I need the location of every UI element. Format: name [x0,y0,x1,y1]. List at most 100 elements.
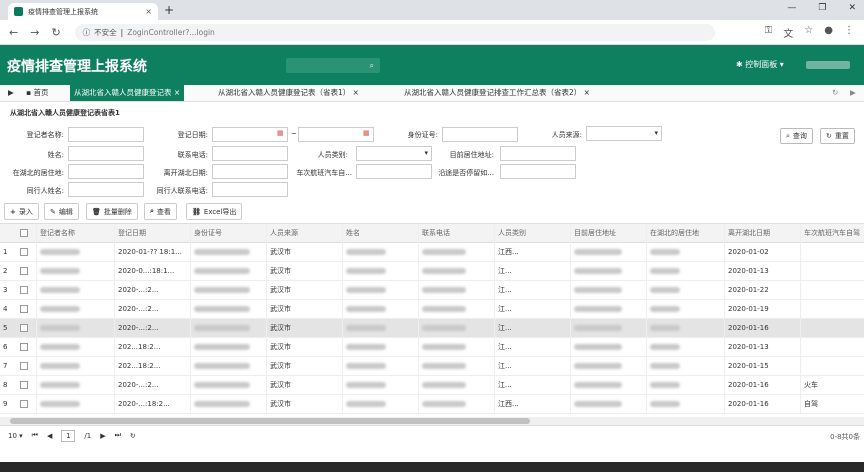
next-page-icon[interactable]: ▶ [100,432,105,440]
hubei-address-input[interactable] [68,164,144,179]
row-checkbox[interactable] [20,305,28,313]
taskbar [0,462,864,472]
column-header[interactable]: 身份证号 [190,224,266,243]
tabs-next-icon[interactable]: ▶ [846,85,860,101]
gear-icon: ✱ [736,60,743,69]
category-select[interactable]: ▾ [356,146,432,161]
row-checkbox[interactable] [20,362,28,370]
select-all-checkbox[interactable] [20,229,28,237]
table-row[interactable]: 4 2020-...:2... 武汉市 江... 2020-01-19 [0,300,864,319]
vehicle-input[interactable] [356,164,432,179]
scrollbar-thumb[interactable] [10,418,530,424]
maximize-button[interactable]: ❐ [818,3,826,13]
table-cell: 202...18:2... [114,338,190,357]
source-select[interactable]: ▾ [586,126,662,141]
table-row[interactable]: 2 2020-0...:18:1... 武汉市 江... 2020-01-13 [0,262,864,281]
reset-button[interactable]: ↻ 重置 [820,128,855,144]
url-field[interactable]: ⓘ 不安全 | ZoginController?...login [74,23,715,41]
table-cell [570,262,646,281]
table-cell: 2020-...:2... [114,319,190,338]
minimize-button[interactable]: — [787,3,796,13]
page-size-select[interactable]: 10 ▾ [8,432,23,440]
table-row[interactable]: 6 202...18:2... 武汉市 江... 2020-01-13 [0,338,864,357]
refresh-tab-icon[interactable]: ↻ [828,85,842,101]
companion-input[interactable] [68,182,144,197]
id-no-input[interactable] [442,127,518,142]
column-header[interactable]: 登记者名称 [36,224,114,243]
table-cell [800,338,864,357]
add-button[interactable]: + 录入 [4,203,39,220]
new-tab-button[interactable]: + [164,3,174,17]
table-row[interactable]: 7 202...18:2... 武汉市 江... 2020-01-15 [0,357,864,376]
column-header[interactable]: 人员类别 [494,224,570,243]
column-header[interactable]: 姓名 [342,224,418,243]
row-checkbox[interactable] [20,286,28,294]
column-header[interactable]: 人员来源 [266,224,342,243]
close-tab-icon[interactable]: × [145,7,152,16]
table-row[interactable]: 1 2020-01-?? 18:1... 武汉市 江西... 2020-01-02 [0,243,864,262]
account-icon[interactable]: ● [824,25,833,40]
browser-tab[interactable]: 疫情排查管理上报系统 × [8,3,158,20]
query-button[interactable]: ⌕ 查询 [780,128,813,144]
redacted-value [194,363,250,369]
key-icon[interactable]: ⚿ [765,25,773,40]
browser-titlebar: 疫情排查管理上报系统 × + — ❐ ✕ [0,0,864,20]
row-number: 7 [3,362,8,370]
tab-provincial-table-1[interactable]: 从湖北省入赣人员健康登记表（省表1） × [214,85,363,101]
row-checkbox[interactable] [20,267,28,275]
column-header[interactable]: 目前居住地址 [570,224,646,243]
tab-home[interactable]: ▪ 首页 [22,85,52,101]
registrant-input[interactable] [68,127,144,142]
row-checkbox[interactable] [20,343,28,351]
table-row[interactable]: 8 2020-...:2... 武汉市 江... 2020-01-16 火车 [0,376,864,395]
excel-export-button[interactable]: ⛓ Excel导出 [186,203,243,220]
star-icon[interactable]: ☆ [804,25,813,40]
refresh-icon[interactable]: ↻ [130,432,136,440]
tab-health-register[interactable]: 从湖北省入赣人员健康登记表 × [70,85,185,101]
view-button[interactable]: ⌕ 查看 [144,203,177,220]
translate-icon[interactable]: 文 [783,25,793,40]
reload-icon[interactable]: ↻ [51,26,60,39]
row-checkbox[interactable] [20,324,28,332]
table-row[interactable]: 3 2020-...:2... 武汉市 江... 2020-01-22 [0,281,864,300]
column-header[interactable]: 登记日期 [114,224,190,243]
back-icon[interactable]: ← [9,26,18,39]
table-cell: 2020-01-13 [724,338,800,357]
leave-date-input[interactable] [212,164,288,179]
row-checkbox[interactable] [20,381,28,389]
last-page-icon[interactable]: ⏭ [115,431,121,440]
menu-icon[interactable]: ⋮ [844,25,854,40]
batch-delete-button[interactable]: 🗑 批量删除 [86,203,138,220]
tabs-prev-icon[interactable]: ▶ [4,85,18,101]
table-cell [190,300,266,319]
forward-icon[interactable]: → [30,26,39,39]
search-icon[interactable]: ⌕ [370,61,374,70]
calendar-icon[interactable]: ▦ [277,129,284,137]
calendar-icon[interactable]: ▦ [363,129,370,137]
row-checkbox[interactable] [20,400,28,408]
tab-provincial-table-2[interactable]: 从湖北省入赣人员健康登记排查工作汇总表（省表2） × [400,85,594,101]
control-panel-menu[interactable]: ✱ 控制面板 ▾ [736,59,784,70]
prev-page-icon[interactable]: ◀ [47,432,52,440]
row-number: 8 [3,381,8,389]
column-header[interactable]: 车次航班汽车自驾 [800,224,864,243]
stops-input[interactable] [500,164,576,179]
first-page-icon[interactable]: ⏮ [32,431,38,440]
companion-phone-input[interactable] [212,182,288,197]
horizontal-scrollbar[interactable] [0,417,864,425]
name-input[interactable] [68,146,144,161]
address-input[interactable] [500,146,576,161]
header-search[interactable]: ⌕ [286,58,380,73]
table-cell [646,319,724,338]
user-name-redacted[interactable] [806,61,850,69]
column-header[interactable]: 离开湖北日期 [724,224,800,243]
column-header[interactable]: 联系电话 [418,224,494,243]
close-window-button[interactable]: ✕ [848,3,856,13]
edit-button[interactable]: ✎ 编辑 [44,203,79,220]
phone-input[interactable] [212,146,288,161]
row-checkbox[interactable] [20,248,28,256]
table-row[interactable]: 5 2020-...:2... 武汉市 江... 2020-01-16 [0,319,864,338]
table-row[interactable]: 9 2020-...:18:2... 武汉市 江西... 2020-01-16 自驾 [0,395,864,414]
column-header[interactable]: 在湖北的居住地 [646,224,724,243]
page-number-input[interactable]: 1 [61,429,76,442]
